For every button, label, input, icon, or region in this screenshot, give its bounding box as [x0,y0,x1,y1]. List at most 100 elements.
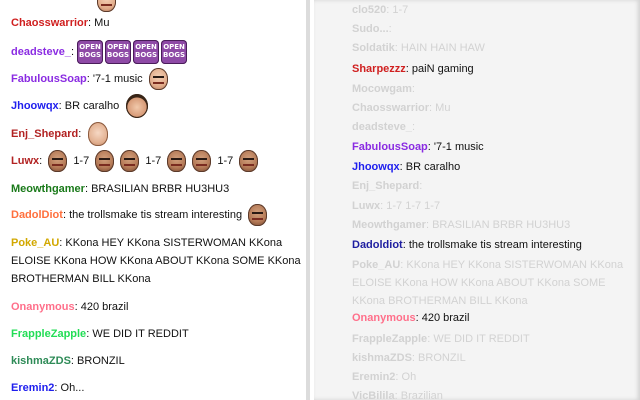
chat-username[interactable]: FrappleZapple [11,328,86,340]
chat-message: Chaosswarrior: Mu [352,102,451,114]
chat-username[interactable]: Eremin2 [11,382,54,394]
chat-username[interactable]: Poke_AU [11,237,59,249]
chat-username[interactable]: VicBilila [352,390,395,400]
chat-text: Oh [401,371,417,383]
chat-username[interactable]: Luwx [11,155,39,167]
chat-username[interactable]: FabulousSoap [11,73,87,85]
chat-message: clo520: 1-7 [352,4,409,16]
chat-message: Poke_AU: KKona HEY KKona SISTERWOMAN KKo… [11,237,301,285]
left-chat-pane: Chaosswarrior: Mu deadsteve_: OPEN BOGSOP… [0,0,310,400]
chat-text: 420 brazil [80,301,129,313]
chat-text: Mu [435,102,451,114]
chat-text: '7-1 music [433,141,484,153]
chat-username[interactable]: Chaosswarrior [352,102,429,114]
chat-text: BR caralho [64,99,120,112]
emote-face-icon [120,150,140,173]
chat-text: '7-1 music [92,73,143,85]
open-bogs-emote-icon: OPEN BOGS [105,40,132,65]
chat-username[interactable]: Mocowgam [352,83,412,95]
chat-message: Enj_Shepard: [11,122,301,146]
open-bogs-emote-icon: OPEN BOGS [161,40,188,65]
chat-message: Meowthgamer: BRASILIAN BRBR HU3HU3 [11,183,230,195]
chat-username[interactable]: kishmaZDS [352,352,412,364]
chat-message: FabulousSoap: '7-1 music [11,68,301,91]
chat-username[interactable] [11,0,14,7]
chat-message: Poke_AU: KKona HEY KKona SISTERWOMAN KKo… [352,259,624,307]
emote-face-icon [95,150,115,173]
emote-face-icon [148,68,168,91]
chat-username[interactable]: Luwx [352,200,380,212]
chat-username[interactable]: clo520 [352,4,386,16]
chat-message: Eremin2: Oh... [11,382,85,394]
chat-username[interactable]: Poke_AU [352,259,400,271]
chat-username[interactable]: deadsteve_ [11,46,71,58]
chat-username[interactable]: Onanymous [352,312,416,324]
emote-face-icon [48,150,68,173]
chat-username[interactable]: Sharpezzz [352,63,406,75]
chat-message: Onanymous: 420 brazil [352,312,470,324]
chat-message: VicBilila: Brazilian [352,390,443,400]
right-chat-pane: clo520: 1-7 Sudo...: Soldatik: HAIN HAIN… [314,0,640,400]
chat-username[interactable]: Jhoowqx [352,161,400,173]
chat-message: Enj_Shepard: [352,180,423,192]
emote-bald-icon [88,122,109,146]
chat-username[interactable]: Chaosswarrior [11,17,88,29]
chat-text: Oh... [60,382,85,394]
chat-username[interactable]: deadsteve_ [352,121,412,133]
chat-message: Meowthgamer: BRASILIAN BRBR HU3HU3 [352,219,571,231]
chat-username[interactable]: Meowthgamer [11,183,85,195]
chat-message: Soldatik: HAIN HAIN HAW [352,42,485,54]
chat-message: Luwx: 1-7 1-7 1-7 [352,200,441,212]
chat-message: Dadoldiot: the trollsmake tis stream int… [352,239,582,251]
chat-text: the trollsmake tis stream interesting [408,239,582,251]
chat-text: 1-7 [217,155,234,167]
emote-face-icon [167,150,187,173]
chat-username[interactable]: Eremin2 [352,371,395,383]
chat-text: WE DID IT REDDIT [92,328,189,340]
chat-message: kishmaZDS: BRONZIL [11,355,125,367]
chat-text: BRASILIAN BRBR HU3HU3 [91,183,230,195]
chat-message: Sudo...: [352,23,392,35]
chat-text: Mu [94,17,110,29]
chat-message: Chaosswarrior: Mu [11,17,110,29]
chat-message: Sharpezzz: paiN gaming [352,63,474,75]
chat-username[interactable]: Soldatik [352,42,395,54]
chat-message: FrappleZapple: WE DID IT REDDIT [352,333,530,345]
chat-message: DadolDiot: the trollsmake tis stream int… [11,204,301,227]
chat-text: BRASILIAN BRBR HU3HU3 [432,219,571,231]
chat-text: Brazilian [400,390,443,400]
chat-message: FabulousSoap: '7-1 music [352,141,484,153]
chat-text: 420 brazil [421,312,470,324]
chat-text: 1-7 [392,4,409,16]
chat-username[interactable]: Jhoowqx [11,100,59,112]
chat-username[interactable]: FabulousSoap [352,141,428,153]
emote-face-icon [97,0,117,12]
chat-text: paiN gaming [411,63,474,75]
chat-text: 1-7 [145,155,162,167]
chat-message: FrappleZapple: WE DID IT REDDIT [11,328,189,340]
open-bogs-emote-icon: OPEN BOGS [77,40,104,65]
emote-head-icon [126,94,149,118]
chat-message: Mocowgam: [352,83,415,95]
chat-username[interactable]: Enj_Shepard [352,180,419,192]
emote-face-icon [248,204,268,227]
chat-message: Jhoowqx: BR caralho [11,94,301,118]
chat-message [11,0,301,12]
chat-message: Onanymous: 420 brazil [11,301,129,313]
chat-message: Eremin2: Oh [352,371,417,383]
chat-text: the trollsmake tis stream interesting [69,209,243,221]
chat-username[interactable]: Sudo... [352,23,389,35]
chat-username[interactable]: Onanymous [11,301,75,313]
chat-text: BRONZIL [418,352,466,364]
chat-username[interactable]: Dadoldiot [352,239,403,251]
chat-message: kishmaZDS: BRONZIL [352,352,466,364]
chat-username[interactable]: kishmaZDS [11,355,71,367]
chat-username[interactable]: Meowthgamer [352,219,426,231]
chat-username[interactable]: FrappleZapple [352,333,427,345]
chat-text: 1-7 [73,155,90,167]
chat-text: WE DID IT REDDIT [433,333,530,345]
chat-text: 1-7 1-7 1-7 [386,200,441,212]
chat-message: deadsteve_: [352,121,415,133]
chat-username[interactable]: Enj_Shepard [11,128,78,140]
chat-username[interactable]: DadolDiot [11,209,63,221]
